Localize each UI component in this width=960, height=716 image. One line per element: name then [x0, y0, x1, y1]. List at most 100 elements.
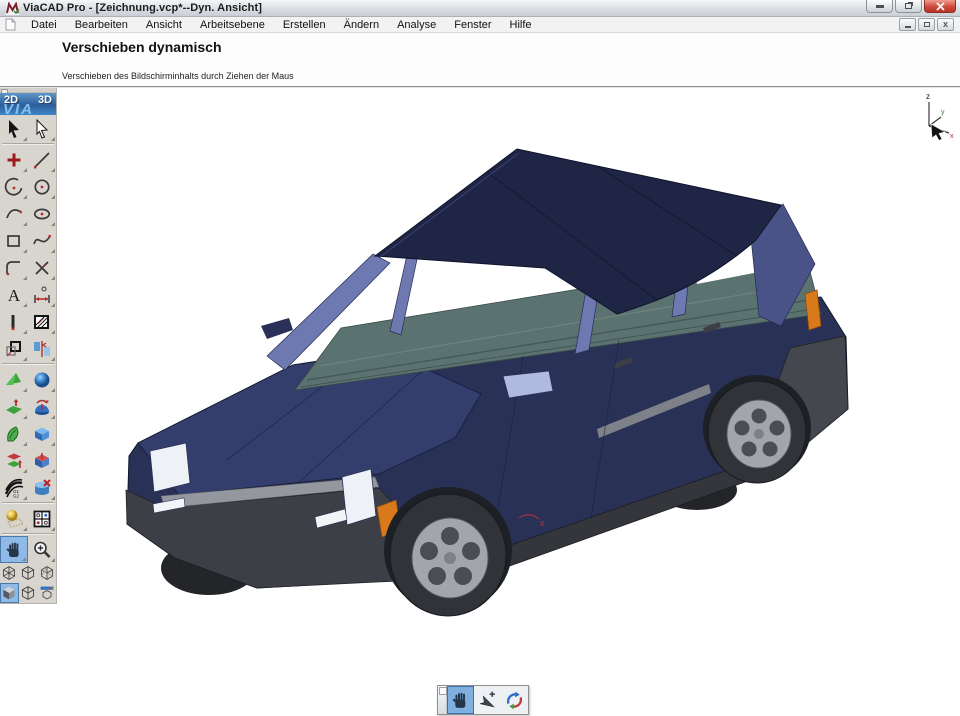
extrude-icon [4, 397, 24, 417]
restore-button[interactable] [895, 0, 922, 13]
tool-solid-subtract[interactable] [28, 474, 56, 501]
tool-dimension[interactable] [28, 281, 56, 308]
zoom-plus-icon [32, 540, 52, 560]
shaded-cube-icon [1, 585, 17, 601]
mdi-restore-button[interactable] [918, 18, 935, 31]
main-area: 2D 3D VIA [0, 88, 960, 716]
display-render[interactable] [37, 583, 56, 603]
toolbar-grip[interactable] [438, 686, 447, 714]
palette-separator [2, 363, 54, 365]
mdi-close-button[interactable]: x [937, 18, 954, 31]
tool-pan-dynamic[interactable] [0, 536, 28, 563]
tool-select-objects[interactable] [28, 115, 56, 142]
sphere-icon [32, 370, 52, 390]
tool-spline[interactable] [28, 227, 56, 254]
menu-erstellen[interactable]: Erstellen [274, 18, 335, 32]
menu-hilfe[interactable]: Hilfe [501, 18, 541, 32]
text-icon: A [4, 285, 24, 305]
hatch-icon [32, 312, 52, 332]
mouse-cursor-icon [931, 124, 945, 141]
tool-zoom-in[interactable] [28, 536, 56, 563]
close-button[interactable] [924, 0, 956, 13]
tool-palette: 2D 3D VIA [0, 88, 57, 604]
title-bar: ViaCAD Pro - [Zeichnung.vcp*--Dyn. Ansic… [0, 0, 960, 17]
mdi-restore-icon [924, 22, 930, 27]
tool-ellipse[interactable] [28, 200, 56, 227]
rectangle-icon [4, 231, 24, 251]
tool-curve[interactable] [0, 200, 28, 227]
svg-text:z: z [926, 92, 930, 101]
spline-icon [32, 231, 52, 251]
float-rotate-view-button[interactable] [501, 686, 528, 714]
display-shaded[interactable] [0, 583, 19, 603]
menu-datei[interactable]: Datei [22, 18, 66, 32]
revolve-icon [32, 397, 52, 417]
arc-icon [4, 177, 24, 197]
palette-separator [2, 533, 54, 535]
pan-hand-icon [4, 540, 24, 560]
menu-arbeitsebene[interactable]: Arbeitsebene [191, 18, 274, 32]
tool-cube-solid[interactable] [28, 420, 56, 447]
close-icon [936, 2, 945, 11]
line-icon [32, 150, 52, 170]
tool-extrude[interactable] [0, 393, 28, 420]
tool-mirror[interactable] [28, 335, 56, 362]
tool-line[interactable] [28, 146, 56, 173]
menu-analyse[interactable]: Analyse [388, 18, 445, 32]
cube-icon [32, 424, 52, 444]
view-trimetric[interactable] [0, 563, 19, 583]
segment-icon [4, 312, 24, 332]
tool-move-copy[interactable] [0, 335, 28, 362]
tool-trim[interactable] [28, 254, 56, 281]
tool-text[interactable]: A [0, 281, 28, 308]
float-zoom-window-button[interactable] [474, 686, 501, 714]
tool-render-material[interactable] [0, 505, 28, 532]
menu-aendern[interactable]: Ändern [335, 18, 388, 32]
transform-icon [4, 339, 24, 359]
float-pan-button[interactable] [447, 686, 474, 714]
pan-hand-icon [450, 690, 471, 711]
via-logo: VIA [3, 101, 34, 115]
tool-viewport-layout[interactable] [28, 505, 56, 532]
view-dimetric[interactable] [37, 563, 56, 583]
minimize-button[interactable] [866, 0, 893, 13]
mdi-close-icon: x [943, 20, 948, 29]
tool-revolve[interactable] [28, 393, 56, 420]
tool-arc[interactable] [0, 173, 28, 200]
tool-curvature-analysis[interactable]: G1G2 [0, 474, 28, 501]
tab-3d[interactable]: 3D [38, 94, 52, 106]
render-window-icon [39, 585, 55, 601]
command-title: Verschieben dynamisch [62, 39, 960, 55]
tool-rectangle[interactable] [0, 227, 28, 254]
document-icon [5, 18, 16, 31]
tool-select[interactable] [0, 115, 28, 142]
tool-blend[interactable] [28, 447, 56, 474]
mdi-minimize-button[interactable] [899, 18, 916, 31]
tool-offset-faces[interactable] [0, 447, 28, 474]
view-isometric[interactable] [19, 563, 38, 583]
svg-text:G2: G2 [13, 493, 20, 498]
tool-line-segment[interactable] [0, 308, 28, 335]
tool-plane-surface[interactable] [0, 366, 28, 393]
axis-triad: z y x [926, 92, 954, 141]
command-description: Verschieben des Bildschirminhalts durch … [62, 71, 294, 81]
svg-text:A: A [8, 286, 21, 305]
tool-sphere[interactable] [28, 366, 56, 393]
menu-ansicht[interactable]: Ansicht [137, 18, 191, 32]
tool-point[interactable] [0, 146, 28, 173]
view-mode-toolbar [437, 685, 529, 715]
menu-fenster[interactable]: Fenster [445, 18, 500, 32]
tool-loft[interactable] [0, 420, 28, 447]
curvature-icon: G1G2 [4, 478, 24, 498]
mdi-minimize-icon [905, 26, 911, 28]
tool-circle[interactable] [28, 173, 56, 200]
drawing-viewport[interactable]: x z y x [57, 88, 960, 716]
tool-hatch[interactable] [28, 308, 56, 335]
stacked-faces-icon [4, 451, 24, 471]
tool-fillet[interactable] [0, 254, 28, 281]
display-wireframe[interactable] [19, 583, 38, 603]
window-title: ViaCAD Pro - [Zeichnung.vcp*--Dyn. Ansic… [23, 2, 262, 14]
menu-bearbeiten[interactable]: Bearbeiten [66, 18, 137, 32]
ellipse-icon [32, 204, 52, 224]
svg-text:y: y [941, 109, 945, 116]
